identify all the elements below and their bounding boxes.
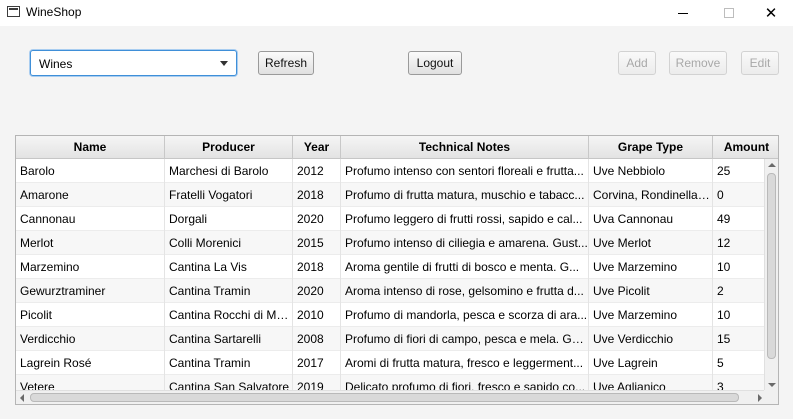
horizontal-scroll-thumb[interactable] bbox=[30, 393, 739, 402]
cell-producer: Cantina Rocchi di Ma... bbox=[165, 303, 293, 327]
cell-year: 2018 bbox=[293, 183, 341, 207]
maximize-icon bbox=[724, 8, 734, 18]
cell-name: Amarone bbox=[16, 183, 165, 207]
cell-technical-notes: Profumo intenso con sentori floreali e f… bbox=[341, 159, 589, 183]
maximize-button bbox=[706, 0, 752, 26]
cell-grape-type: Uve Lagrein bbox=[589, 351, 713, 375]
cell-year: 2012 bbox=[293, 159, 341, 183]
scroll-up-icon[interactable] bbox=[768, 163, 776, 167]
column-header-producer[interactable]: Producer bbox=[165, 136, 293, 159]
category-select-value: Wines bbox=[39, 57, 73, 71]
add-button[interactable]: Add bbox=[618, 51, 656, 75]
cell-name: Lagrein Rosé bbox=[16, 351, 165, 375]
cell-year: 2008 bbox=[293, 327, 341, 351]
window-title: WineShop bbox=[26, 5, 82, 19]
cell-grape-type: Uve Verdicchio bbox=[589, 327, 713, 351]
cell-year: 2020 bbox=[293, 207, 341, 231]
cell-technical-notes: Profumo leggero di frutti rossi, sapido … bbox=[341, 207, 589, 231]
column-header-technical-notes[interactable]: Technical Notes bbox=[341, 136, 589, 159]
cell-producer: Cantina Tramin bbox=[165, 351, 293, 375]
column-header-amount[interactable]: Amount bbox=[713, 136, 778, 159]
cell-year: 2018 bbox=[293, 255, 341, 279]
cell-grape-type: Corvina, Rondinella, ... bbox=[589, 183, 713, 207]
cell-amount: 2 bbox=[717, 284, 724, 298]
cell-producer: Marchesi di Barolo bbox=[165, 159, 293, 183]
cell-producer: Fratelli Vogatori bbox=[165, 183, 293, 207]
column-header-year[interactable]: Year bbox=[293, 136, 341, 159]
cell-year: 2015 bbox=[293, 231, 341, 255]
table-row[interactable]: Cannonau Dorgali 2020 Profumo leggero di… bbox=[16, 207, 766, 231]
cell-amount: 15 bbox=[717, 332, 731, 346]
cell-name: Barolo bbox=[16, 159, 165, 183]
table-row[interactable]: Merlot Colli Morenici 2015 Profumo inten… bbox=[16, 231, 766, 255]
cell-technical-notes: Profumo di mandorla, pesca e scorza di a… bbox=[341, 303, 589, 327]
cell-amount: 25 bbox=[717, 164, 731, 178]
chevron-down-icon bbox=[220, 61, 228, 66]
scrollbar-corner bbox=[764, 390, 778, 404]
table-row[interactable]: Gewurztraminer Cantina Tramin 2020 Aroma… bbox=[16, 279, 766, 303]
category-select[interactable]: Wines bbox=[30, 50, 237, 76]
cell-producer: Cantina Tramin bbox=[165, 279, 293, 303]
cell-grape-type: Uve Picolit bbox=[589, 279, 713, 303]
scroll-left-icon[interactable] bbox=[20, 394, 24, 402]
minimize-icon bbox=[678, 12, 688, 14]
cell-producer: Cantina La Vis bbox=[165, 255, 293, 279]
table-row[interactable]: Picolit Cantina Rocchi di Ma... 2010 Pro… bbox=[16, 303, 766, 327]
cell-grape-type: Uve Merlot bbox=[589, 231, 713, 255]
table-header: Name Producer Year Technical Notes Grape… bbox=[16, 136, 778, 159]
refresh-button[interactable]: Refresh bbox=[258, 51, 314, 75]
cell-technical-notes: Profumo intenso di ciliegia e amarena. G… bbox=[341, 231, 589, 255]
cell-grape-type: Uve Nebbiolo bbox=[589, 159, 713, 183]
cell-name: Verdicchio bbox=[16, 327, 165, 351]
window-app-icon bbox=[7, 6, 20, 17]
cell-name: Marzemino bbox=[16, 255, 165, 279]
horizontal-scrollbar[interactable] bbox=[16, 390, 766, 404]
table-row[interactable]: Amarone Fratelli Vogatori 2018 Profumo d… bbox=[16, 183, 766, 207]
column-header-grape-type[interactable]: Grape Type bbox=[589, 136, 713, 159]
table-row[interactable]: Verdicchio Cantina Sartarelli 2008 Profu… bbox=[16, 327, 766, 351]
cell-technical-notes: Aromi di frutta matura, fresco e leggerm… bbox=[341, 351, 589, 375]
cell-year: 2010 bbox=[293, 303, 341, 327]
cell-grape-type: Uve Marzemino bbox=[589, 303, 713, 327]
cell-producer: Dorgali bbox=[165, 207, 293, 231]
cell-name: Gewurztraminer bbox=[16, 279, 165, 303]
cell-year: 2020 bbox=[293, 279, 341, 303]
cell-producer: Cantina Sartarelli bbox=[165, 327, 293, 351]
cell-amount: 49 bbox=[717, 212, 731, 226]
table-row[interactable]: Barolo Marchesi di Barolo 2012 Profumo i… bbox=[16, 159, 766, 183]
cell-grape-type: Uva Cannonau bbox=[589, 207, 713, 231]
close-icon: ✕ bbox=[764, 5, 778, 22]
remove-button[interactable]: Remove bbox=[669, 51, 727, 75]
edit-button[interactable]: Edit bbox=[741, 51, 779, 75]
minimize-button[interactable] bbox=[660, 0, 706, 26]
column-header-name[interactable]: Name bbox=[16, 136, 165, 159]
cell-amount: 12 bbox=[717, 236, 731, 250]
cell-name: Merlot bbox=[16, 231, 165, 255]
table-row[interactable]: Marzemino Cantina La Vis 2018 Aroma gent… bbox=[16, 255, 766, 279]
title-bar: WineShop ✕ bbox=[0, 0, 793, 26]
cell-amount: 10 bbox=[717, 308, 731, 322]
cell-year: 2017 bbox=[293, 351, 341, 375]
cell-amount: 5 bbox=[717, 356, 724, 370]
wine-table[interactable]: Name Producer Year Technical Notes Grape… bbox=[15, 135, 779, 405]
logout-button[interactable]: Logout bbox=[408, 51, 462, 75]
vertical-scrollbar[interactable] bbox=[764, 159, 778, 391]
cell-technical-notes: Profumo di fiori di campo, pesca e mela.… bbox=[341, 327, 589, 351]
table-row[interactable]: Lagrein Rosé Cantina Tramin 2017 Aromi d… bbox=[16, 351, 766, 375]
close-button[interactable]: ✕ bbox=[748, 0, 793, 26]
cell-amount: 10 bbox=[717, 260, 731, 274]
scroll-right-icon[interactable] bbox=[758, 394, 762, 402]
cell-technical-notes: Profumo di frutta matura, muschio e taba… bbox=[341, 183, 589, 207]
cell-producer: Colli Morenici bbox=[165, 231, 293, 255]
cell-name: Picolit bbox=[16, 303, 165, 327]
cell-grape-type: Uve Marzemino bbox=[589, 255, 713, 279]
vertical-scroll-thumb[interactable] bbox=[767, 173, 776, 359]
scroll-down-icon[interactable] bbox=[768, 383, 776, 387]
cell-technical-notes: Aroma intenso di rose, gelsomino e frutt… bbox=[341, 279, 589, 303]
cell-amount: 0 bbox=[717, 188, 724, 202]
cell-technical-notes: Aroma gentile di frutti di bosco e menta… bbox=[341, 255, 589, 279]
cell-name: Cannonau bbox=[16, 207, 165, 231]
